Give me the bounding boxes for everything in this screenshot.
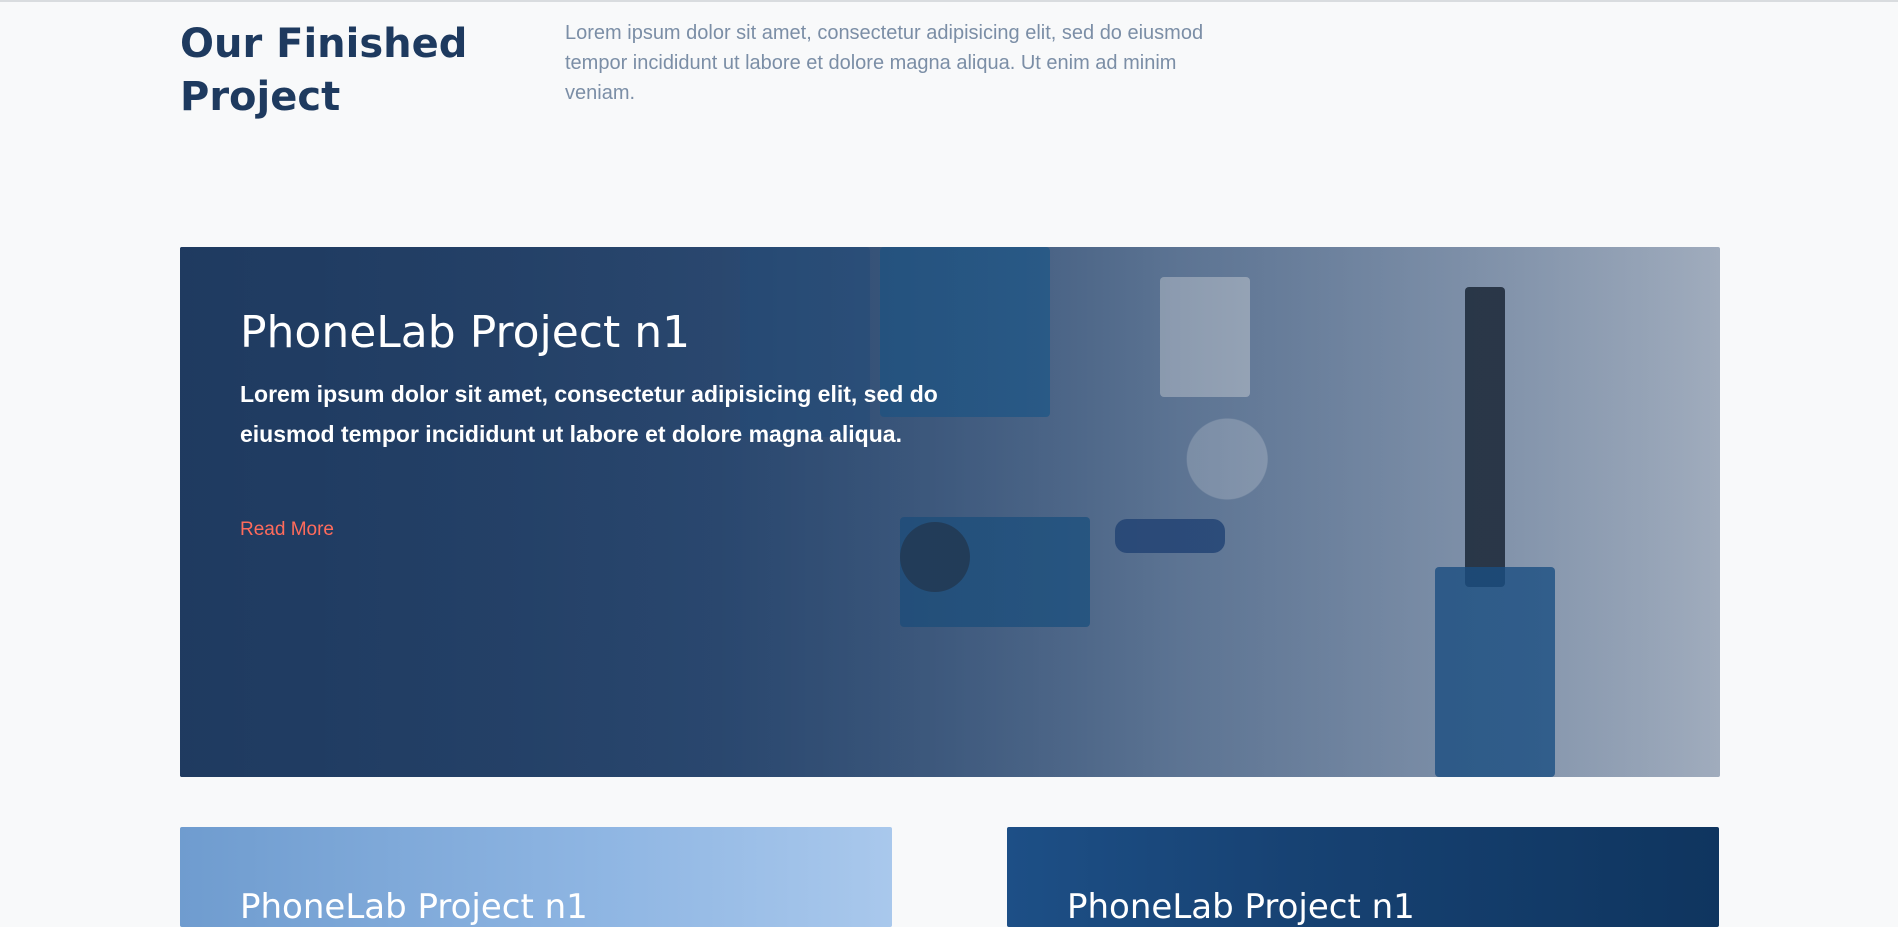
top-divider <box>0 0 1898 2</box>
project-description: Lorem ipsum dolor sit amet, consectetur … <box>240 381 938 447</box>
section-title: Our Finished Project <box>180 21 468 120</box>
project-title: PhoneLab Project n1 <box>1067 887 1415 927</box>
project-card-right[interactable]: PhoneLab Project n1 <box>1007 827 1719 927</box>
read-more-link[interactable]: Read More <box>240 519 334 541</box>
project-card-left[interactable]: PhoneLab Project n1 <box>180 827 892 927</box>
project-title: PhoneLab Project n1 <box>240 887 588 927</box>
project-card-featured[interactable]: PhoneLab Project n1 Lorem ipsum dolor si… <box>180 247 1720 777</box>
project-title: PhoneLab Project n1 <box>240 307 691 358</box>
section-description: Lorem ipsum dolor sit amet, consectetur … <box>565 22 1204 104</box>
